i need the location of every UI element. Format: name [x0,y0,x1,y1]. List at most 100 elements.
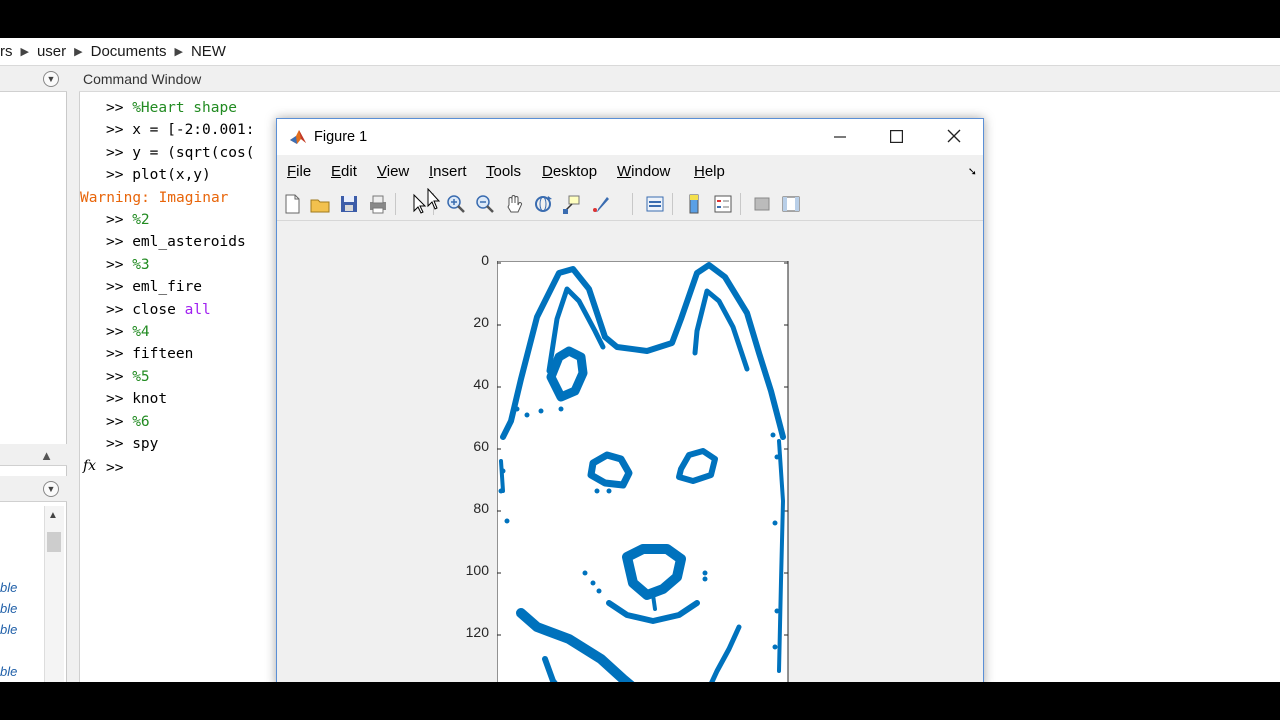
toolbar-separator [740,193,741,215]
menu-edit[interactable]: Edit [331,163,357,180]
open-file-icon[interactable] [308,192,332,216]
command-history-line: >> x = [-2:0.001: [106,122,254,138]
command-text: close [132,301,185,318]
command-history-line: >> close all [106,302,211,318]
prompt-symbol: >> [106,122,133,139]
command-history-line: >> spy [106,436,158,452]
print-icon[interactable] [366,192,390,216]
breadcrumb-separator-icon[interactable]: ▶ [74,45,82,58]
command-text: %Heart shape [132,100,237,116]
figure-menu-bar: ➘ File Edit View Insert Tools Desktop Window He… [277,155,983,187]
brush-icon[interactable] [589,192,613,216]
prompt-symbol: >> [106,301,133,318]
prompt-symbol: >> [106,279,133,296]
zoom-in-icon[interactable] [444,192,468,216]
spy-marker [514,406,520,412]
spy-marker [596,588,602,594]
spy-marker [558,406,564,412]
spy-marker [504,518,510,524]
panel-actions-icon[interactable]: ▼ [43,481,59,497]
legend-icon[interactable] [711,192,735,216]
menu-help[interactable]: Help [694,163,725,180]
figure-title: Figure 1 [314,129,368,145]
menu-desktop[interactable]: Desktop [542,163,597,180]
y-tick-label: 100 [465,562,489,578]
prompt-symbol: >> [106,391,133,408]
prompt-symbol: >> [106,346,133,363]
prompt-symbol: >> [106,413,133,430]
command-history-line: >> y = (sqrt(cos( [106,145,254,161]
scroll-up-icon[interactable]: ▲ [48,510,58,521]
maximize-icon [889,130,903,144]
menu-view[interactable]: View [377,163,409,180]
workspace-scrollbar[interactable]: ▲ [44,506,64,682]
command-text: eml_fire [132,279,203,296]
workspace-item[interactable]: ble [0,622,17,637]
colorbar-icon[interactable] [682,192,706,216]
spy-marker [498,488,504,494]
menu-window[interactable]: Window [617,163,670,180]
fx-icon[interactable]: fx [83,458,96,474]
link-plot-icon[interactable] [643,192,667,216]
minimize-button[interactable] [817,123,863,151]
pan-hand-icon[interactable] [502,192,526,216]
y-tick-label: 40 [473,376,489,392]
spy-marker [606,488,612,494]
command-history-line: >> %6 [106,414,150,430]
menu-tools[interactable]: Tools [486,163,521,180]
breadcrumb-part[interactable]: Documents [91,43,167,60]
breadcrumb-separator-icon[interactable]: ▶ [21,45,29,58]
spy-marker [702,576,708,582]
prompt-symbol: >> [106,234,133,251]
command-window-title: Command Window [79,66,1280,92]
current-folder-panel-header: ▼ [0,66,67,92]
command-prompt[interactable]: >> [106,460,123,476]
spy-marker-path [651,593,657,611]
breadcrumb-separator-icon[interactable]: ▶ [175,45,183,58]
new-figure-icon[interactable] [280,192,304,216]
close-button[interactable] [931,123,977,151]
breadcrumb-part[interactable]: NEW [191,43,226,60]
workspace-item[interactable]: ble [0,601,17,616]
data-cursor-icon[interactable] [560,192,584,216]
command-history-line: >> %5 [106,369,150,385]
command-history-line: >> fifteen [106,346,193,362]
zoom-out-icon[interactable] [473,192,497,216]
show-plot-tools-icon[interactable] [779,192,803,216]
workspace-item[interactable]: ble [0,580,17,595]
maximize-button[interactable] [873,123,919,151]
command-text: %4 [132,324,150,340]
hide-plot-tools-icon[interactable] [750,192,774,216]
matlab-logo-icon [290,130,306,144]
save-icon[interactable] [337,192,361,216]
spy-marker [590,580,596,586]
y-tick-label: 0 [481,252,489,268]
dock-arrow-icon[interactable]: ➘ [968,165,977,178]
spy-marker [594,488,600,494]
scroll-thumb[interactable] [47,532,61,552]
rotate-3d-icon[interactable] [531,192,555,216]
panel-actions-icon[interactable]: ▼ [43,71,59,87]
warning-text: Warning: Imaginar [80,189,229,206]
collapse-up-icon[interactable]: ▲ [40,448,53,463]
command-history-line: >> %2 [106,212,150,228]
spy-marker [772,520,778,526]
spy-marker [774,608,780,614]
prompt-symbol: >> [106,436,133,452]
command-text: plot(x,y) [132,167,211,184]
prompt-symbol: >> [106,100,133,116]
menu-file[interactable]: File [287,163,311,180]
figure-window[interactable]: Figure 1 ➘ File Edit View Insert Tools Deskto… [276,118,984,682]
workspace-item[interactable]: ble [0,664,17,679]
spy-axes[interactable] [497,261,789,682]
figure-title-bar[interactable]: Figure 1 [277,119,983,155]
command-text: %3 [132,256,150,273]
command-text: %5 [132,368,150,385]
prompt-symbol: >> [106,460,124,476]
menu-insert[interactable]: Insert [429,163,467,180]
spy-marker [500,468,506,474]
command-history-line: >> %Heart shape [106,100,237,116]
breadcrumb-part[interactable]: rs [0,43,13,60]
spy-marker [524,412,530,418]
breadcrumb-part[interactable]: user [37,43,66,60]
